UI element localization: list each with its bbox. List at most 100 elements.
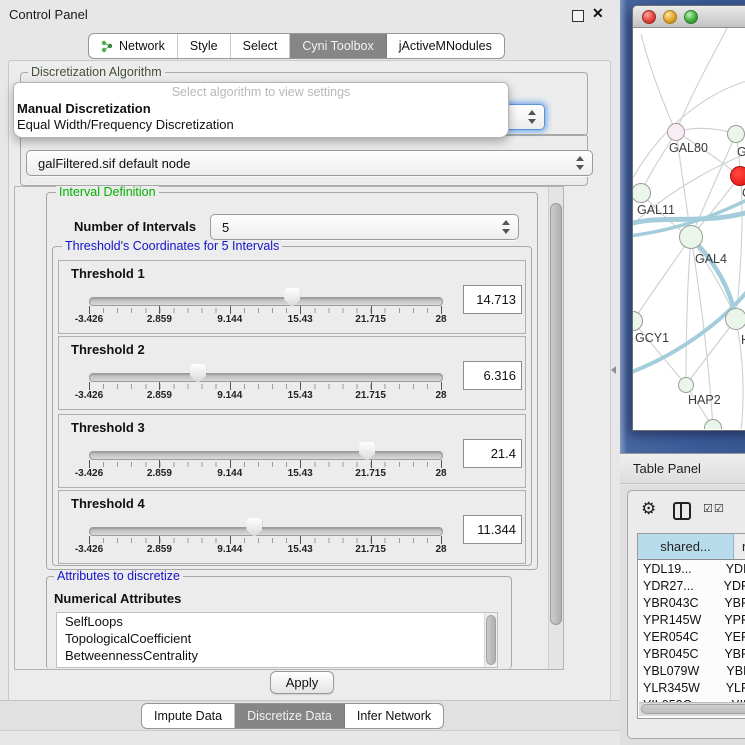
- algorithm-hint: Select algorithm to view settings: [14, 83, 508, 101]
- column-header-shared-name[interactable]: shared...: [638, 534, 734, 559]
- column-header-name[interactable]: na: [734, 534, 745, 559]
- split-panel-icon[interactable]: [673, 502, 691, 520]
- tick-label: 9.144: [217, 314, 242, 325]
- attribute-list-item[interactable]: TopologicalCoefficient: [57, 630, 497, 647]
- table-row[interactable]: YBR045C YBR0: [638, 645, 745, 662]
- horizontal-scrollbar-thumb[interactable]: [641, 704, 745, 714]
- network-node-gal4[interactable]: [679, 225, 703, 249]
- cell-name[interactable]: YER0: [719, 630, 745, 644]
- cell-name[interactable]: YDR2: [719, 579, 745, 593]
- threshold-value-field[interactable]: 21.4: [463, 439, 522, 468]
- control-panel-tab[interactable]: Cyni Toolbox: [290, 34, 386, 58]
- slider-scale: -3.426 2.859 9.144 15.43 21.715 28: [89, 460, 441, 482]
- tick-label: 28: [435, 468, 446, 479]
- threshold-row: Threshold 1 -3.426 2.859 9.144 15.43 21.…: [58, 260, 526, 334]
- cell-name[interactable]: YBL0: [721, 664, 745, 678]
- cell-name[interactable]: YBR0: [719, 647, 745, 661]
- threshold-slider-track[interactable]: [89, 373, 443, 382]
- cell-name[interactable]: YLR3: [721, 681, 745, 695]
- table-row[interactable]: YDR27... YDR2: [638, 577, 745, 594]
- network-node-partial-top-right[interactable]: [727, 125, 745, 143]
- select-columns-icon[interactable]: ☑☑: [703, 502, 725, 515]
- cell-name[interactable]: YBR0: [719, 596, 745, 610]
- network-node-hap2[interactable]: [678, 377, 694, 393]
- table-row[interactable]: YPR145W YPR1: [638, 611, 745, 628]
- control-panel-tab[interactable]: Select: [231, 34, 291, 58]
- tick-label: 21.715: [355, 314, 386, 325]
- node-label-partial-g: G: [737, 145, 745, 159]
- control-panel-tab[interactable]: jActiveMNodules: [387, 34, 504, 58]
- threshold-label: Threshold 2: [71, 342, 145, 357]
- slider-scale: -3.426 2.859 9.144 15.43 21.715 28: [89, 382, 441, 404]
- table-header-row: shared... na: [638, 534, 745, 560]
- attribute-list-item[interactable]: BetweennessCentrality: [57, 647, 497, 664]
- threshold-value-field[interactable]: 14.713: [463, 285, 522, 314]
- vertical-scrollbar-thumb[interactable]: [550, 203, 562, 625]
- tick-label: 28: [435, 390, 446, 401]
- threshold-slider-track[interactable]: [89, 527, 443, 536]
- cell-shared-name[interactable]: YBR043C: [638, 596, 719, 610]
- numerical-attributes-label: Numerical Attributes: [54, 591, 181, 606]
- algorithm-option[interactable]: Manual Discretization: [14, 101, 508, 117]
- tick-label: 21.715: [355, 390, 386, 401]
- splitpane-toggle-icon[interactable]: [611, 366, 616, 374]
- threshold-value-field[interactable]: 6.316: [463, 361, 522, 390]
- bottom-tab[interactable]: Discretize Data: [235, 704, 345, 728]
- cell-shared-name[interactable]: YER054C: [638, 630, 719, 644]
- attribute-list-item[interactable]: SelfLoops: [57, 613, 497, 630]
- horizontal-scrollbar[interactable]: [639, 702, 745, 716]
- number-of-intervals-combobox[interactable]: 5: [210, 214, 519, 240]
- number-of-intervals-label: Number of Intervals: [74, 219, 196, 234]
- tab-label: Discretize Data: [247, 709, 332, 723]
- threshold-slider-track[interactable]: [89, 297, 443, 306]
- zoom-traffic-light-icon[interactable]: [684, 10, 698, 24]
- threshold-slider-track[interactable]: [89, 451, 443, 460]
- minimize-traffic-light-icon[interactable]: [663, 10, 677, 24]
- network-node-gal80[interactable]: [667, 123, 685, 141]
- table-data-combobox[interactable]: galFiltered.sif default node: [26, 150, 593, 176]
- network-node-red-selected[interactable]: [730, 166, 745, 186]
- table-row[interactable]: YER054C YER0: [638, 628, 745, 645]
- table-row[interactable]: YBL079W YBL0: [638, 662, 745, 679]
- close-traffic-light-icon[interactable]: [642, 10, 656, 24]
- apply-button[interactable]: Apply: [270, 671, 334, 694]
- control-panel-tab[interactable]: Network: [89, 34, 178, 58]
- cell-shared-name[interactable]: YDL19...: [638, 562, 721, 576]
- threshold-value-field[interactable]: 11.344: [463, 515, 522, 544]
- network-node-partial-mid-right[interactable]: [725, 308, 745, 330]
- network-canvas[interactable]: GAL80 G C GAL11 GAL4 H GCY1 HAP2: [633, 28, 745, 429]
- attributes-scrollbar-thumb[interactable]: [486, 615, 496, 665]
- attributes-scrollbar[interactable]: [484, 613, 497, 667]
- cell-name[interactable]: YDL1: [721, 562, 745, 576]
- bottom-tab[interactable]: Infer Network: [345, 704, 443, 728]
- cell-shared-name[interactable]: YPR145W: [638, 613, 719, 627]
- threshold-label: Threshold 1: [71, 266, 145, 281]
- table-body: YDL19... YDL1 YDR27... YDR2 YBR043C YBR0…: [638, 560, 745, 713]
- float-window-icon[interactable]: [572, 10, 584, 22]
- bottom-tab[interactable]: Impute Data: [142, 704, 235, 728]
- slider-scale: -3.426 2.859 9.144 15.43 21.715 28: [89, 306, 441, 328]
- vertical-scrollbar[interactable]: [548, 187, 563, 669]
- node-label-gcy1: GCY1: [635, 331, 669, 345]
- table-row[interactable]: YBR043C YBR0: [638, 594, 745, 611]
- table-row[interactable]: YLR345W YLR3: [638, 679, 745, 696]
- combo-arrows-icon: [501, 219, 510, 235]
- network-window-titlebar[interactable]: [633, 6, 745, 28]
- cell-shared-name[interactable]: YBL079W: [638, 664, 721, 678]
- close-icon[interactable]: ✕: [592, 5, 604, 22]
- cell-shared-name[interactable]: YDR27...: [638, 579, 719, 593]
- algorithm-option[interactable]: Equal Width/Frequency Discretization: [14, 117, 508, 133]
- table-row[interactable]: YDL19... YDL1: [638, 560, 745, 577]
- cell-shared-name[interactable]: YBR045C: [638, 647, 719, 661]
- interval-definition-group-title: Interval Definition: [56, 186, 159, 199]
- tab-label: jActiveMNodules: [399, 39, 492, 53]
- node-label-gal4: GAL4: [695, 252, 727, 266]
- control-panel-tab[interactable]: Style: [178, 34, 231, 58]
- threshold-label: Threshold 4: [71, 496, 145, 511]
- gear-icon[interactable]: ⚙: [641, 499, 656, 519]
- cell-name[interactable]: YPR1: [719, 613, 745, 627]
- node-label-hap2: HAP2: [688, 393, 721, 407]
- control-panel-tabbar: Network Style: [88, 33, 505, 59]
- thresholds-group-title: Threshold's Coordinates for 5 Intervals: [62, 240, 282, 253]
- cell-shared-name[interactable]: YLR345W: [638, 681, 721, 695]
